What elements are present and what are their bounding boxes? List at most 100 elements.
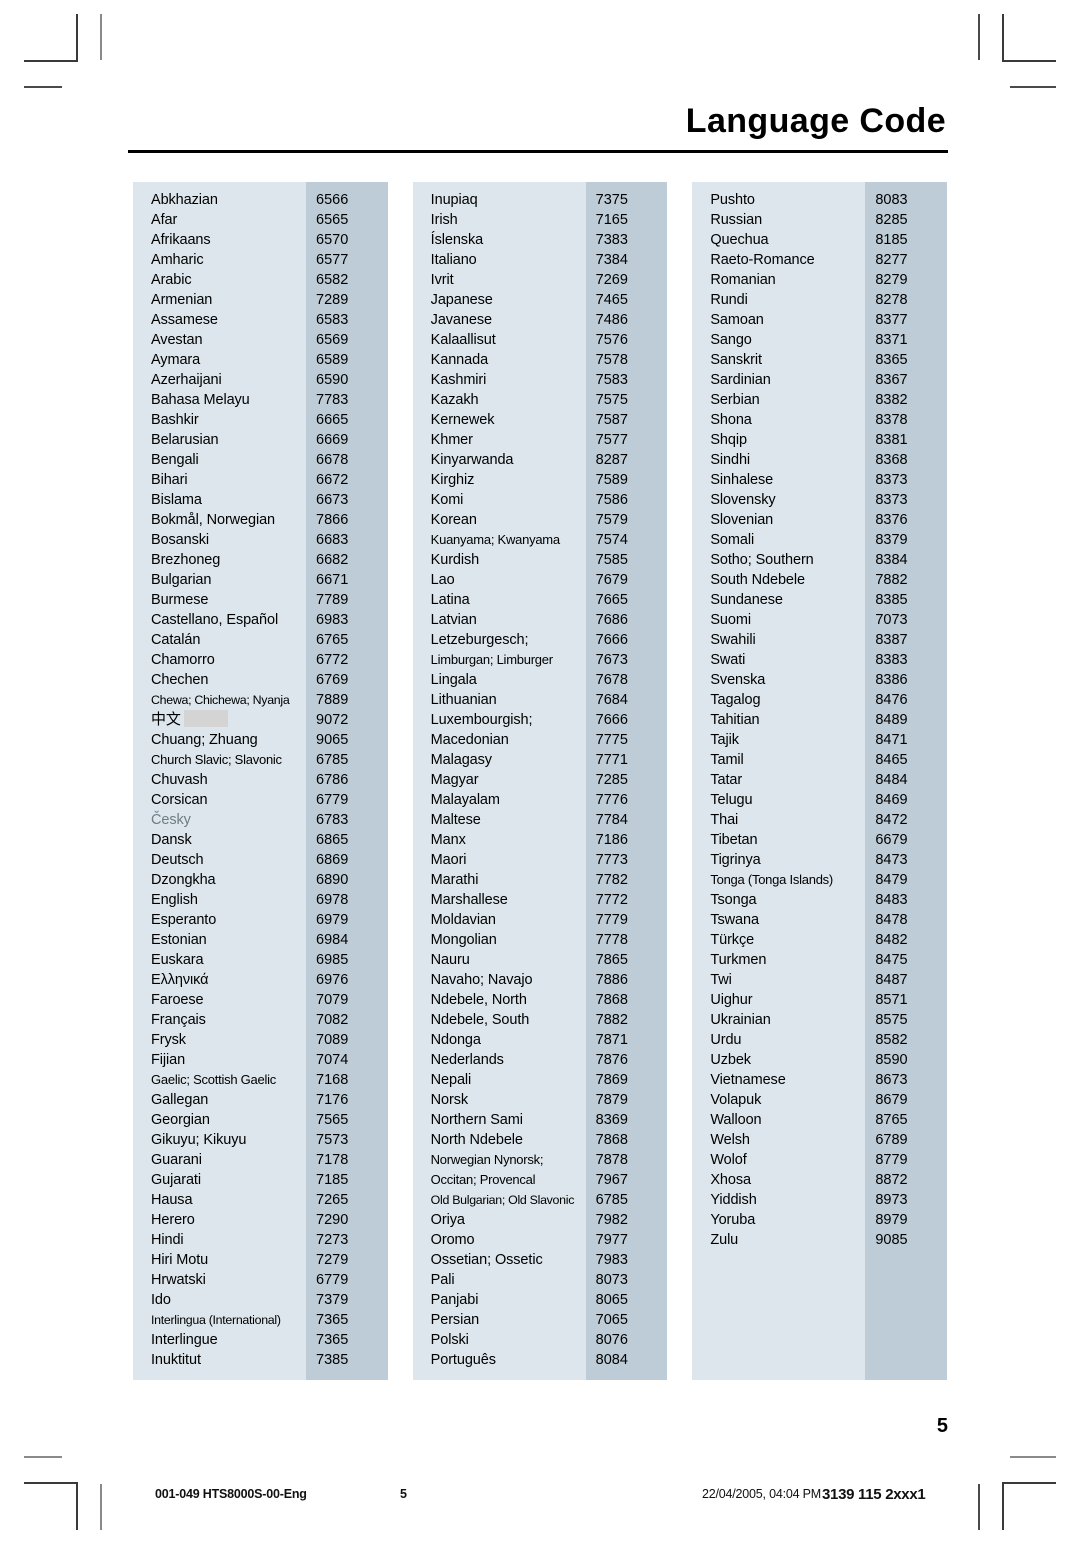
language-name: Avestan	[133, 330, 306, 350]
language-code: 7385	[306, 1350, 388, 1370]
language-name: Faroese	[133, 990, 306, 1010]
language-code: 7578	[585, 350, 668, 370]
table-row: Uzbek 8590	[692, 1050, 948, 1070]
language-name: Tswana	[692, 910, 866, 930]
language-name: Sundanese	[692, 590, 866, 610]
language-name: Hindi	[133, 1230, 306, 1250]
language-name: Chewa; Chichewa; Nyanja	[133, 690, 306, 710]
language-name: Brezhoneg	[133, 550, 306, 570]
crop-mark-bottom-left-icon	[24, 1434, 140, 1530]
table-row: Maltese 7784	[412, 810, 668, 830]
language-name: Latvian	[412, 610, 586, 630]
table-row: Thai 8472	[692, 810, 948, 830]
language-code: 8489	[865, 710, 948, 730]
table-row: Raeto-Romance 8277	[692, 250, 948, 270]
table-row: Íslenska 7383	[412, 230, 668, 250]
language-name: Manx	[412, 830, 586, 850]
language-name: Marathi	[412, 870, 586, 890]
language-name: Yiddish	[692, 1190, 866, 1210]
language-name: Ελληνικά	[133, 970, 306, 990]
language-name: Tamil	[692, 750, 866, 770]
table-row: Polski 8076	[412, 1330, 668, 1350]
table-row: Marshallese 7772	[412, 890, 668, 910]
table-row: Letzeburgesch; 7666	[412, 630, 668, 650]
language-name: Interlingua (International)	[133, 1310, 306, 1330]
language-name: Português	[412, 1350, 586, 1370]
language-code: 9085	[865, 1230, 948, 1250]
language-code: 9072	[306, 710, 388, 730]
language-name: Swati	[692, 650, 866, 670]
table-row: Česky 6783	[133, 810, 388, 830]
language-code: 7772	[585, 890, 668, 910]
language-code: 7074	[306, 1050, 388, 1070]
language-name: Moldavian	[412, 910, 586, 930]
language-name: Kazakh	[412, 390, 586, 410]
language-code: 8083	[865, 190, 948, 210]
table-row: Kazakh 7575	[412, 390, 668, 410]
language-name: Volapuk	[692, 1090, 866, 1110]
language-name: Bengali	[133, 450, 306, 470]
language-code: 8371	[865, 330, 948, 350]
language-code: 6682	[306, 550, 388, 570]
table-row	[692, 1310, 948, 1330]
language-name: Marshallese	[412, 890, 586, 910]
language-name: Dzongkha	[133, 870, 306, 890]
language-name: Kirghiz	[412, 470, 586, 490]
language-name: Türkçe	[692, 930, 866, 950]
table-row: Dansk 6865	[133, 830, 388, 850]
title-divider	[128, 149, 948, 153]
table-row: Tahitian 8489	[692, 710, 948, 730]
table-row: Nauru 7865	[412, 950, 668, 970]
table-row: Azerhaijani 6590	[133, 370, 388, 390]
table-row: Mongolian 7778	[412, 930, 668, 950]
language-name: Romanian	[692, 270, 866, 290]
language-code: 8478	[865, 910, 948, 930]
language-name: Nepali	[412, 1070, 586, 1090]
table-row: Interlingua (International) 7365	[133, 1310, 388, 1330]
table-row: Tigrinya 8473	[692, 850, 948, 870]
language-name: Limburgan; Limburger	[412, 650, 586, 670]
table-row: Kirghiz 7589	[412, 470, 668, 490]
table-row: Khmer 7577	[412, 430, 668, 450]
table-row: Romanian 8279	[692, 270, 948, 290]
language-code: 8378	[865, 410, 948, 430]
language-code: 7165	[585, 210, 668, 230]
language-rows: Inupiaq 7375 Irish 7165 Íslenska 7383 Italiano…	[412, 190, 668, 1370]
language-column: Pushto 8083 Russian 8285 Quechua 8185 Raeto-Ro…	[692, 182, 948, 1380]
language-code: 6869	[306, 850, 388, 870]
language-code: 7589	[585, 470, 668, 490]
language-code: 7079	[306, 990, 388, 1010]
language-code: 8373	[865, 470, 948, 490]
language-name: Japanese	[412, 290, 586, 310]
table-row: Français 7082	[133, 1010, 388, 1030]
language-rows: Pushto 8083 Russian 8285 Quechua 8185 Raeto-Ro…	[692, 190, 948, 1370]
language-code: 7876	[585, 1050, 668, 1070]
language-name: Bihari	[133, 470, 306, 490]
table-row: Interlingue 7365	[133, 1330, 388, 1350]
language-code: 7574	[585, 530, 668, 550]
table-row: Esperanto 6979	[133, 910, 388, 930]
language-code: 7365	[306, 1310, 388, 1330]
language-code: 6679	[865, 830, 948, 850]
language-code: 8471	[865, 730, 948, 750]
table-row: Türkçe 8482	[692, 930, 948, 950]
language-name: Belarusian	[133, 430, 306, 450]
language-code: 6786	[306, 770, 388, 790]
table-row: Maori 7773	[412, 850, 668, 870]
language-name: Navaho; Navajo	[412, 970, 586, 990]
language-code: 7265	[306, 1190, 388, 1210]
language-name: Lao	[412, 570, 586, 590]
language-name: Slovenian	[692, 510, 866, 530]
language-code: 8076	[585, 1330, 668, 1350]
language-code: 7889	[306, 690, 388, 710]
table-row: Kurdish 7585	[412, 550, 668, 570]
language-name: Chechen	[133, 670, 306, 690]
table-row: Komi 7586	[412, 490, 668, 510]
language-code: 7775	[585, 730, 668, 750]
language-name: Gaelic; Scottish Gaelic	[133, 1070, 306, 1090]
table-row: Tamil 8465	[692, 750, 948, 770]
language-name: Lithuanian	[412, 690, 586, 710]
language-name: Swahili	[692, 630, 866, 650]
table-row: Tonga (Tonga Islands) 8479	[692, 870, 948, 890]
table-row: Tswana 8478	[692, 910, 948, 930]
